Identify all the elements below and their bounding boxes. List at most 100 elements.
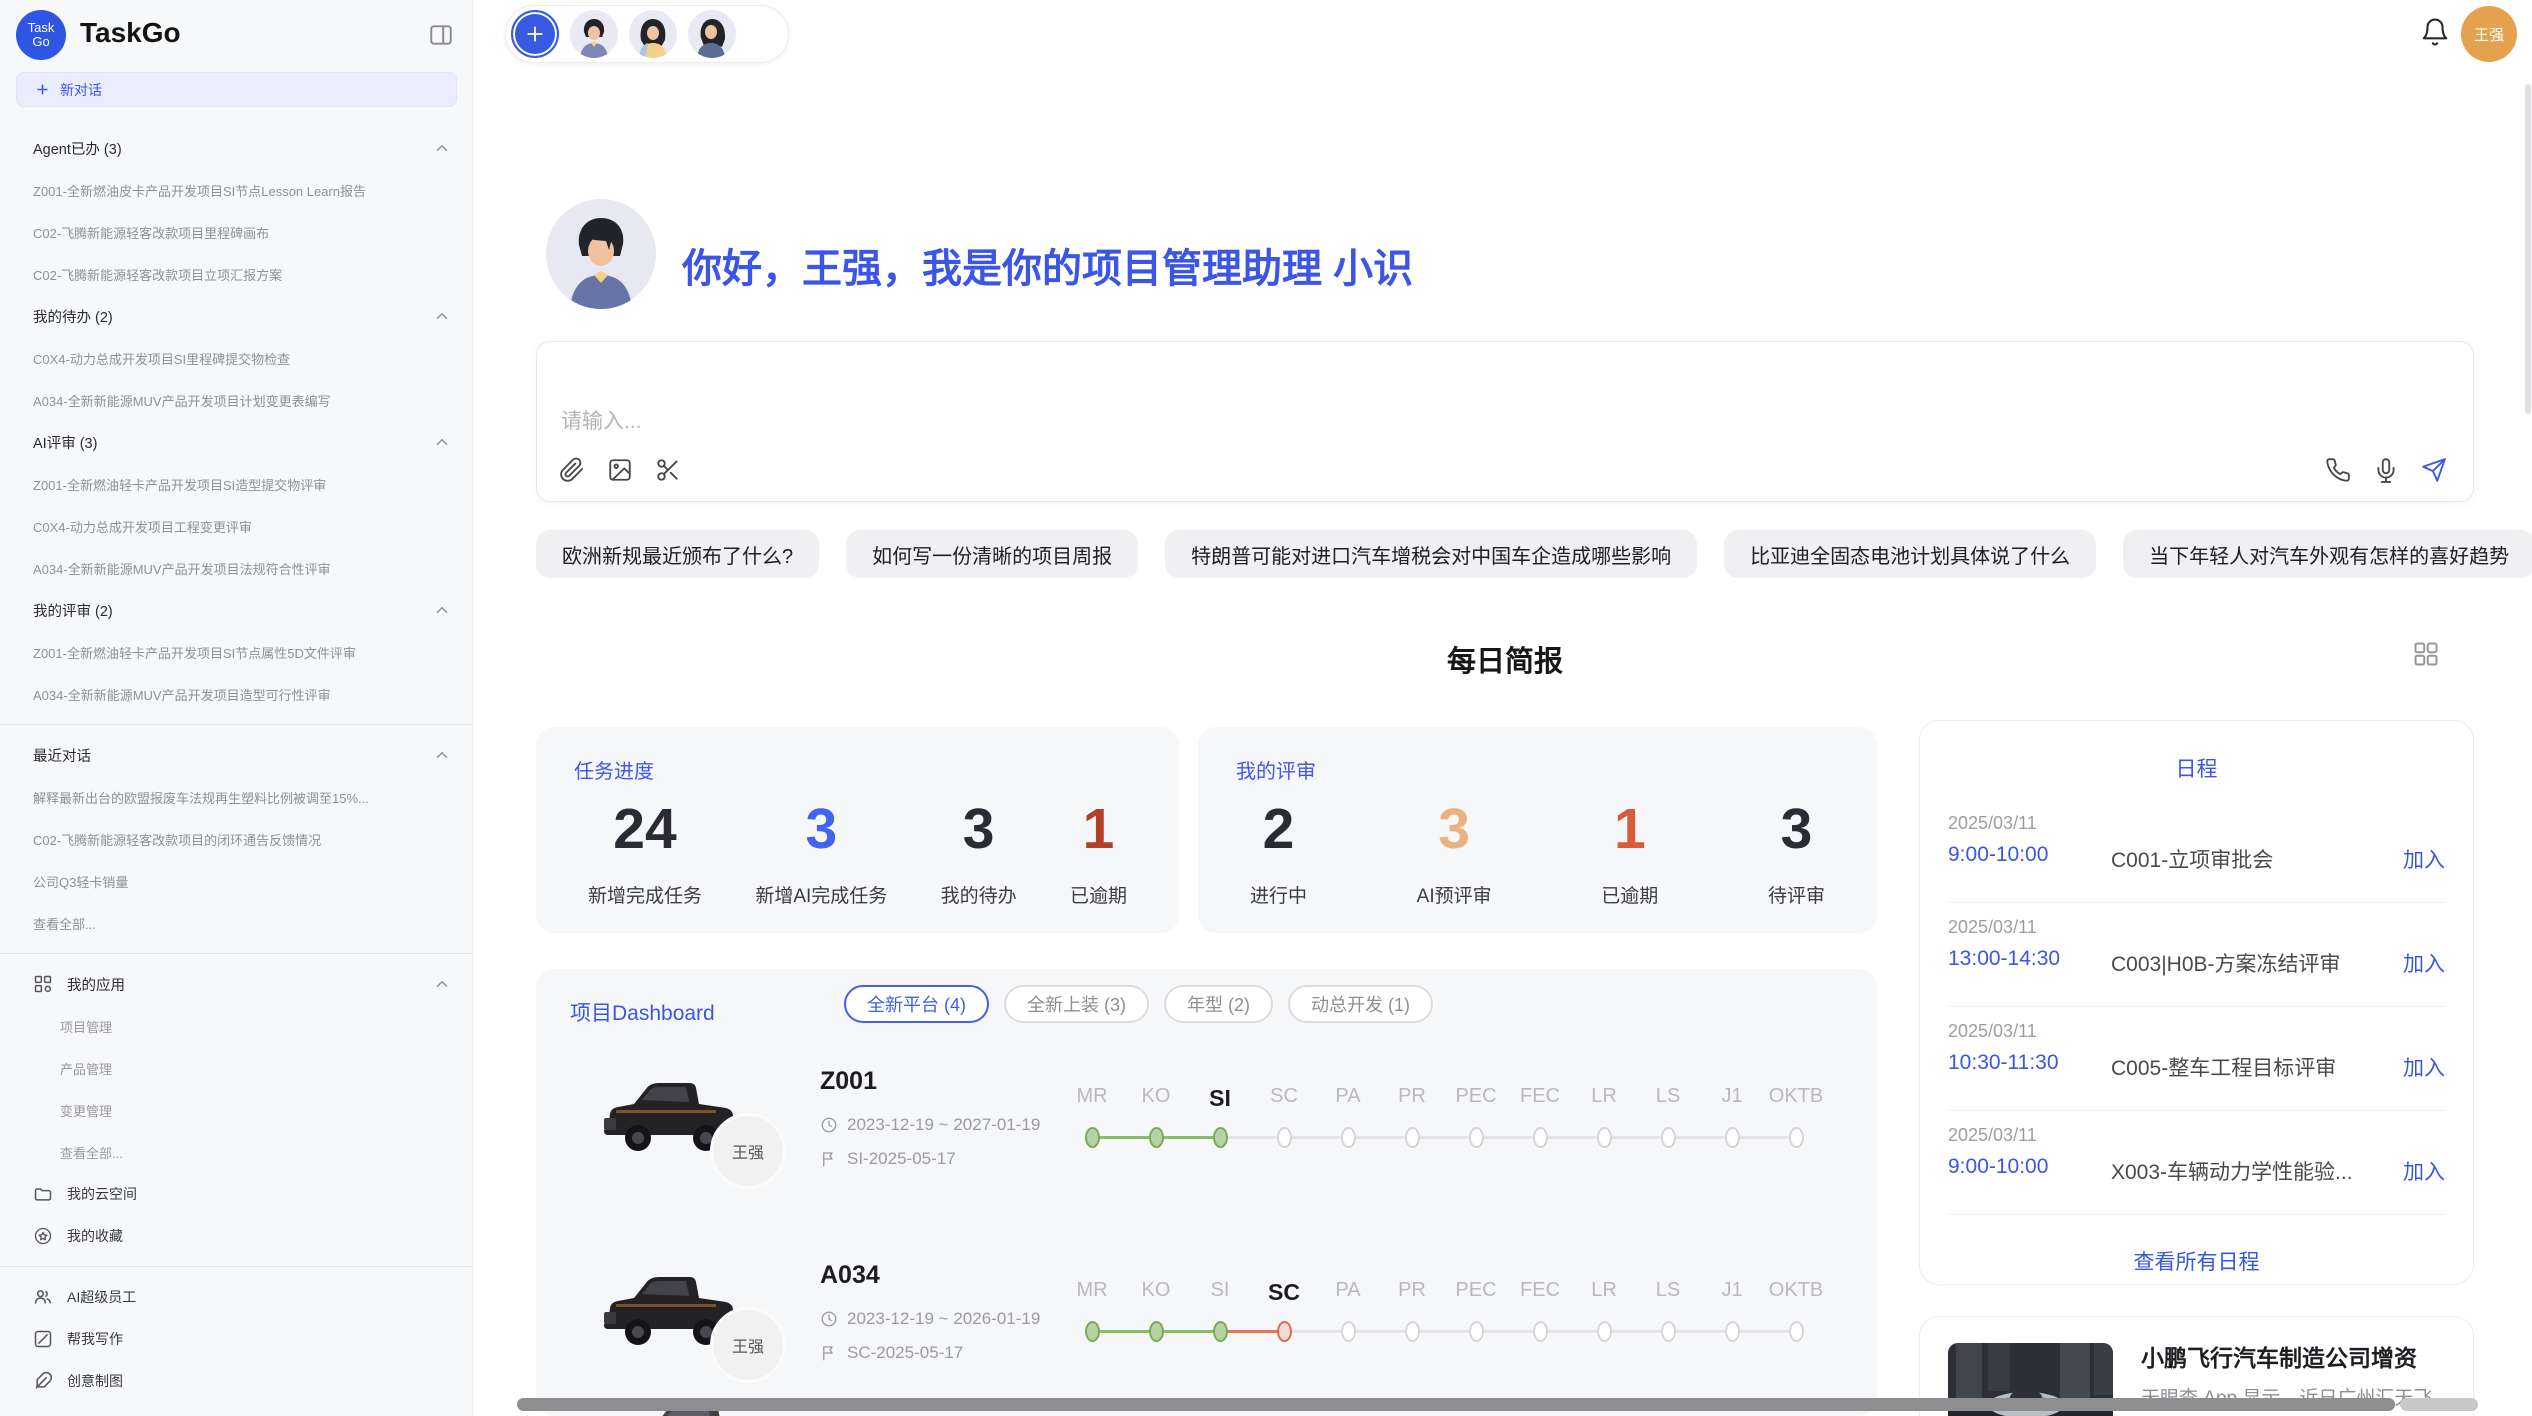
sidebar-tool-item[interactable]: AI超级员工 xyxy=(0,1276,473,1318)
suggestion-chip[interactable]: 如何写一份清晰的项目周报 xyxy=(846,530,1138,578)
sidebar-task-item[interactable]: C0X4-动力总成开发项目工程变更评审 xyxy=(0,505,473,547)
app-item[interactable]: 产品管理 xyxy=(0,1047,473,1089)
notification-bell-icon[interactable] xyxy=(2420,17,2450,47)
recent-chat-item[interactable]: 解释最新出台的欧盟报废车法规再生塑料比例被调至15%... xyxy=(0,776,473,818)
vertical-scrollbar[interactable] xyxy=(2525,84,2531,414)
collapse-sidebar-icon[interactable] xyxy=(428,22,454,48)
recent-chat-item[interactable]: C02-飞腾新能源轻客改款项目的闭环通告反馈情况 xyxy=(0,818,473,860)
layout-grid-icon[interactable] xyxy=(2412,640,2440,668)
recent-chats-header[interactable]: 最近对话 xyxy=(0,734,473,776)
schedule-title: 日程 xyxy=(1920,753,2473,783)
milestone-dot[interactable] xyxy=(1341,1321,1356,1342)
milestone-dot[interactable] xyxy=(1213,1321,1228,1342)
sidebar-task-item[interactable]: Z001-全新燃油轻卡产品开发项目SI节点属性5D文件评审 xyxy=(0,631,473,673)
sidebar-task-item[interactable]: C02-飞腾新能源轻客改款项目里程碑画布 xyxy=(0,211,473,253)
milestone-dot[interactable] xyxy=(1789,1321,1804,1342)
recent-view-all-link[interactable]: 查看全部... xyxy=(0,902,473,944)
sidebar-tool-item[interactable]: 创意制图 xyxy=(0,1360,473,1402)
milestone-label: PR xyxy=(1380,1279,1444,1302)
event-join-link[interactable]: 加入 xyxy=(2403,844,2445,874)
milestone-dot[interactable] xyxy=(1085,1127,1100,1148)
event-join-link[interactable]: 加入 xyxy=(2403,948,2445,978)
milestone-label: SI xyxy=(1188,1279,1252,1302)
image-upload-icon[interactable] xyxy=(607,457,633,483)
milestone-dot[interactable] xyxy=(1149,1321,1164,1342)
sidebar-task-item[interactable]: A034-全新新能源MUV产品开发项目造型可行性评审 xyxy=(0,673,473,715)
dashboard-tab[interactable]: 动总开发 (1) xyxy=(1288,985,1433,1023)
attachment-icon[interactable] xyxy=(559,457,585,483)
milestone-dot[interactable] xyxy=(1085,1321,1100,1342)
app-item[interactable]: 变更管理 xyxy=(0,1089,473,1131)
milestone-dot[interactable] xyxy=(1405,1127,1420,1148)
sidebar-tool-item[interactable]: 帮我写作 xyxy=(0,1318,473,1360)
stat-label: 新增完成任务 xyxy=(588,881,702,908)
suggestion-chip[interactable]: 特朗普可能对进口汽车增税会对中国车企造成哪些影响 xyxy=(1165,530,1697,578)
new-chat-button[interactable]: 新对话 xyxy=(16,72,457,107)
add-agent-button[interactable] xyxy=(511,10,559,58)
scissors-icon[interactable] xyxy=(655,457,681,483)
sidebar-link-label: 我的收藏 xyxy=(67,1226,123,1246)
milestone-dot[interactable] xyxy=(1533,1321,1548,1342)
agent-avatar-3[interactable] xyxy=(688,10,736,58)
event-join-link[interactable]: 加入 xyxy=(2403,1052,2445,1082)
dashboard-tab[interactable]: 全新上装 (3) xyxy=(1004,985,1149,1023)
app-item[interactable]: 项目管理 xyxy=(0,1005,473,1047)
sidebar-task-item[interactable]: Z001-全新燃油皮卡产品开发项目SI节点Lesson Learn报告 xyxy=(0,169,473,211)
view-all-schedule-link[interactable]: 查看所有日程 xyxy=(1920,1246,2473,1276)
dashboard-tab[interactable]: 年型 (2) xyxy=(1164,985,1273,1023)
voice-call-icon[interactable] xyxy=(2325,457,2351,483)
logo-line2: Go xyxy=(32,35,49,49)
milestone-dot[interactable] xyxy=(1277,1127,1292,1148)
suggestion-chip[interactable]: 当下年轻人对汽车外观有怎样的喜好趋势 xyxy=(2123,530,2532,578)
milestone-dot[interactable] xyxy=(1533,1127,1548,1148)
recent-chat-item[interactable]: 公司Q3轻卡销量 xyxy=(0,860,473,902)
sidebar-task-item[interactable]: A034-全新新能源MUV产品开发项目法规符合性评审 xyxy=(0,547,473,589)
sidebar-section-header[interactable]: Agent已办 (3) xyxy=(0,127,473,169)
milestone-dot[interactable] xyxy=(1213,1127,1228,1148)
sidebar-item-folder[interactable]: 我的云空间 xyxy=(0,1173,473,1215)
sidebar-task-item[interactable]: A034-全新新能源MUV产品开发项目计划变更表编写 xyxy=(0,379,473,421)
sidebar-item-star[interactable]: 我的收藏 xyxy=(0,1215,473,1257)
horizontal-scrollbar-track[interactable] xyxy=(2400,1398,2478,1411)
sidebar-section-header[interactable]: AI评审 (3) xyxy=(0,421,473,463)
input-placeholder: 请输入... xyxy=(561,405,642,435)
sidebar-tool-label: 帮我写作 xyxy=(67,1329,123,1349)
sidebar-section-header[interactable]: 我的待办 (2) xyxy=(0,295,473,337)
milestone-dot[interactable] xyxy=(1661,1127,1676,1148)
stat-label: 我的待办 xyxy=(941,881,1017,908)
milestone-dot[interactable] xyxy=(1405,1321,1420,1342)
milestone-dot[interactable] xyxy=(1597,1321,1612,1342)
dashboard-tab[interactable]: 全新平台 (4) xyxy=(844,985,989,1023)
stat-column: 1已逾期 xyxy=(1601,799,1658,908)
milestone-dot[interactable] xyxy=(1597,1127,1612,1148)
milestone-dot[interactable] xyxy=(1469,1127,1484,1148)
microphone-icon[interactable] xyxy=(2373,457,2399,483)
milestone-label: SI xyxy=(1188,1085,1252,1112)
my-apps-header[interactable]: 我的应用 xyxy=(0,963,473,1005)
milestone-dot[interactable] xyxy=(1725,1127,1740,1148)
agent-avatar-2[interactable] xyxy=(629,10,677,58)
chat-input-box[interactable]: 请输入... xyxy=(536,341,2474,502)
user-avatar[interactable]: 王强 xyxy=(2461,6,2517,62)
send-icon[interactable] xyxy=(2421,457,2447,483)
sidebar-task-item[interactable]: C0X4-动力总成开发项目SI里程碑提交物检查 xyxy=(0,337,473,379)
suggestion-chip[interactable]: 欧洲新规最近颁布了什么? xyxy=(536,530,819,578)
horizontal-scrollbar[interactable] xyxy=(517,1398,2395,1411)
milestone-label: FEC xyxy=(1508,1085,1572,1108)
milestone-dot[interactable] xyxy=(1341,1127,1356,1148)
stat-value: 3 xyxy=(1438,799,1470,859)
sidebar-task-item[interactable]: C02-飞腾新能源轻客改款项目立项汇报方案 xyxy=(0,253,473,295)
milestone-dot[interactable] xyxy=(1469,1321,1484,1342)
milestone-dot[interactable] xyxy=(1725,1321,1740,1342)
agent-avatar-1[interactable] xyxy=(570,10,618,58)
sidebar-task-item[interactable]: Z001-全新燃油轻卡产品开发项目SI造型提交物评审 xyxy=(0,463,473,505)
sidebar-section-header[interactable]: 我的评审 (2) xyxy=(0,589,473,631)
milestone-dot[interactable] xyxy=(1661,1321,1676,1342)
milestone-dot[interactable] xyxy=(1149,1127,1164,1148)
event-join-link[interactable]: 加入 xyxy=(2403,1156,2445,1186)
milestone-dot[interactable] xyxy=(1277,1321,1292,1342)
apps-view-all-link[interactable]: 查看全部... xyxy=(0,1131,473,1173)
milestone-label: PR xyxy=(1380,1085,1444,1108)
milestone-dot[interactable] xyxy=(1789,1127,1804,1148)
suggestion-chip[interactable]: 比亚迪全固态电池计划具体说了什么 xyxy=(1724,530,2096,578)
